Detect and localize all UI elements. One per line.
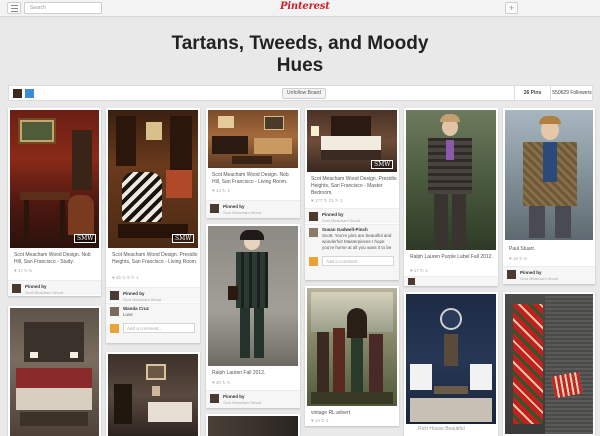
- pin-image-partial[interactable]: [208, 416, 298, 436]
- board-title: Tartans, Tweeds, and Moody Hues: [171, 33, 429, 76]
- user-avatar: [309, 257, 318, 266]
- smw-watermark: SMW: [172, 234, 195, 243]
- pin-stats: ♥ 14 ↻ 1: [212, 188, 230, 193]
- pinner-row[interactable]: Pinned by Scot Meacham Wood: [206, 200, 300, 218]
- pin-image-navy-living-room[interactable]: [406, 294, 496, 424]
- user-avatar: [110, 324, 119, 333]
- pin-stats: ♥ 45 ↻ 9 ✎ 1: [112, 275, 139, 280]
- pin-stats: ♥ 17 ↻ 4: [410, 268, 428, 273]
- pin-card[interactable]: Paul Stuart. ♥ 19 ↻ 6 Pinned by Scot Mea…: [503, 108, 595, 284]
- pin-stats: ♥ 19 ↻ 6: [509, 256, 527, 261]
- comment-row: Susan Gadwell-Pinch Scott, You're pins a…: [305, 224, 399, 280]
- pin-card[interactable]: Ralph Lauren Fall 2012. ♥ 40 ↻ 9 Pinned …: [206, 224, 300, 408]
- pins-count-tab[interactable]: 26 Pins: [514, 86, 550, 100]
- search-input[interactable]: Search: [24, 2, 102, 14]
- top-bar: Search Pinterest +: [0, 0, 600, 17]
- pinterest-logo[interactable]: Pinterest: [280, 1, 330, 12]
- add-comment-input[interactable]: Add a comment...: [322, 256, 394, 266]
- pinner-row[interactable]: Pinned by Scot Meacham Wood: [503, 266, 595, 284]
- pinner-row[interactable]: [404, 276, 498, 286]
- pinned-by-label: Pinned by: [123, 291, 145, 296]
- pinner-avatar[interactable]: [210, 394, 219, 403]
- pinner-avatar[interactable]: [408, 278, 415, 285]
- pinner-name[interactable]: Scot Meacham Wood: [223, 400, 261, 405]
- pin-description: Scot Meacham Wood Design. Nob Hill, San …: [14, 252, 91, 265]
- pinned-by-label: Pinned by: [520, 270, 542, 275]
- comment-row: Wanda Cruz Love Add a comment...: [106, 303, 200, 343]
- pin-card[interactable]: [206, 414, 300, 436]
- pinned-by-label: Pinned by: [25, 284, 47, 289]
- pinner-row[interactable]: Pinned by Scot Meacham Wood: [8, 280, 101, 295]
- pin-stats: ♥ 17 ↻ 5: [14, 268, 32, 273]
- pin-description: Paul Stuart.: [509, 246, 536, 252]
- pin-card[interactable]: Scot Meacham Wood Design. Nob Hill, San …: [206, 108, 300, 218]
- pinner-name[interactable]: Scot Meacham Wood: [322, 218, 360, 223]
- pin-description: vintage RL advert.: [311, 410, 352, 416]
- add-comment-input[interactable]: Add a comment...: [123, 323, 195, 333]
- pin-description: Ralph Lauren Fall 2012.: [212, 370, 266, 376]
- comment-text: Scott, You're pins are beautiful and won…: [322, 233, 392, 250]
- pin-image-living-room-zebra[interactable]: SMW: [108, 110, 198, 248]
- pin-description: Scot Meacham Wood Design. Presidio Heigh…: [112, 252, 198, 265]
- pin-image-purple-label-suit[interactable]: [406, 110, 496, 250]
- pin-image-vintage-rl-advert[interactable]: [307, 288, 397, 406]
- pinned-by-label: Pinned by: [322, 212, 344, 217]
- pin-card[interactable]: SMW Scot Meacham Wood Design. Nob Hill, …: [8, 108, 101, 296]
- pin-card[interactable]: [106, 352, 200, 436]
- pin-card[interactable]: vintage RL advert. ♥ 14 ↻ 1: [305, 286, 399, 426]
- smw-watermark: SMW: [74, 234, 97, 243]
- facebook-icon[interactable]: [25, 89, 34, 98]
- pinner-avatar[interactable]: [12, 284, 21, 293]
- pin-image-bedroom[interactable]: [10, 308, 99, 436]
- menu-icon[interactable]: [7, 2, 21, 14]
- pinned-by-label: Pinned by: [223, 394, 245, 399]
- comment-text: Love: [123, 312, 133, 317]
- followers-count-tab[interactable]: 550629 Followers: [550, 86, 593, 100]
- pin-image-paul-stuart[interactable]: [505, 110, 593, 240]
- commenter-avatar[interactable]: [309, 228, 318, 237]
- unfollow-board-button[interactable]: Unfollow Board: [282, 88, 326, 99]
- pinner-name[interactable]: Scot Meacham Wood: [520, 276, 558, 281]
- pin-stats: ♥ 177 ↻ 21 ✎ 1: [311, 198, 343, 203]
- pin-card[interactable]: Rich House Beautiful: [404, 292, 498, 436]
- pin-image-dark-room[interactable]: [108, 354, 198, 436]
- pin-card[interactable]: Ralph Lauren Purple Label Fall 2012. ♥ 1…: [404, 108, 498, 286]
- owner-avatar[interactable]: [13, 89, 22, 98]
- pinner-row[interactable]: Pinned by Scot Meacham Wood: [106, 287, 200, 302]
- pin-stats: ♥ 40 ↻ 9: [212, 380, 230, 385]
- pin-image-nob-hill-living[interactable]: [208, 110, 298, 168]
- pin-stats: ♥ 14 ↻ 1: [311, 418, 329, 423]
- pin-card[interactable]: SMW Scot Meacham Wood Design. Presidio H…: [106, 108, 200, 343]
- pin-description: Scot Meacham Wood Design. Nob Hill, San …: [212, 172, 289, 185]
- pinner-avatar[interactable]: [309, 212, 318, 221]
- pinner-row[interactable]: Pinned by Scot Meacham Wood: [206, 390, 300, 408]
- pin-card[interactable]: [8, 306, 101, 436]
- smw-watermark: SMW: [371, 160, 394, 169]
- add-pin-button[interactable]: +: [505, 2, 518, 14]
- pin-image-master-bedroom[interactable]: SMW: [307, 110, 397, 172]
- pin-card[interactable]: SMW Scot Meacham Wood Design. Presidio H…: [305, 108, 399, 280]
- commenter-avatar[interactable]: [110, 307, 119, 316]
- pin-card[interactable]: [503, 292, 595, 436]
- pinner-name[interactable]: Scot Meacham Wood: [25, 290, 63, 295]
- pinner-avatar[interactable]: [507, 270, 516, 279]
- pinner-name[interactable]: Scot Meacham Wood: [223, 210, 261, 215]
- pinner-row[interactable]: Pinned by Scot Meacham Wood: [305, 208, 399, 223]
- pin-image-tartan-suit-model[interactable]: [208, 226, 298, 366]
- pin-image-tartan-scarf[interactable]: [505, 294, 593, 434]
- pinned-by-label: Pinned by: [223, 204, 245, 209]
- pinner-avatar[interactable]: [210, 204, 219, 213]
- board-bar: Unfollow Board 26 Pins 550629 Followers: [8, 85, 593, 101]
- pin-image-study[interactable]: SMW: [10, 110, 99, 248]
- pin-caption: Rich House Beautiful: [418, 426, 465, 432]
- pin-description: Scot Meacham Wood Design. Presidio Heigh…: [311, 176, 397, 196]
- pinner-avatar[interactable]: [110, 291, 119, 300]
- pin-description: Ralph Lauren Purple Label Fall 2012.: [410, 254, 493, 260]
- pinner-name[interactable]: Scot Meacham Wood: [123, 297, 161, 302]
